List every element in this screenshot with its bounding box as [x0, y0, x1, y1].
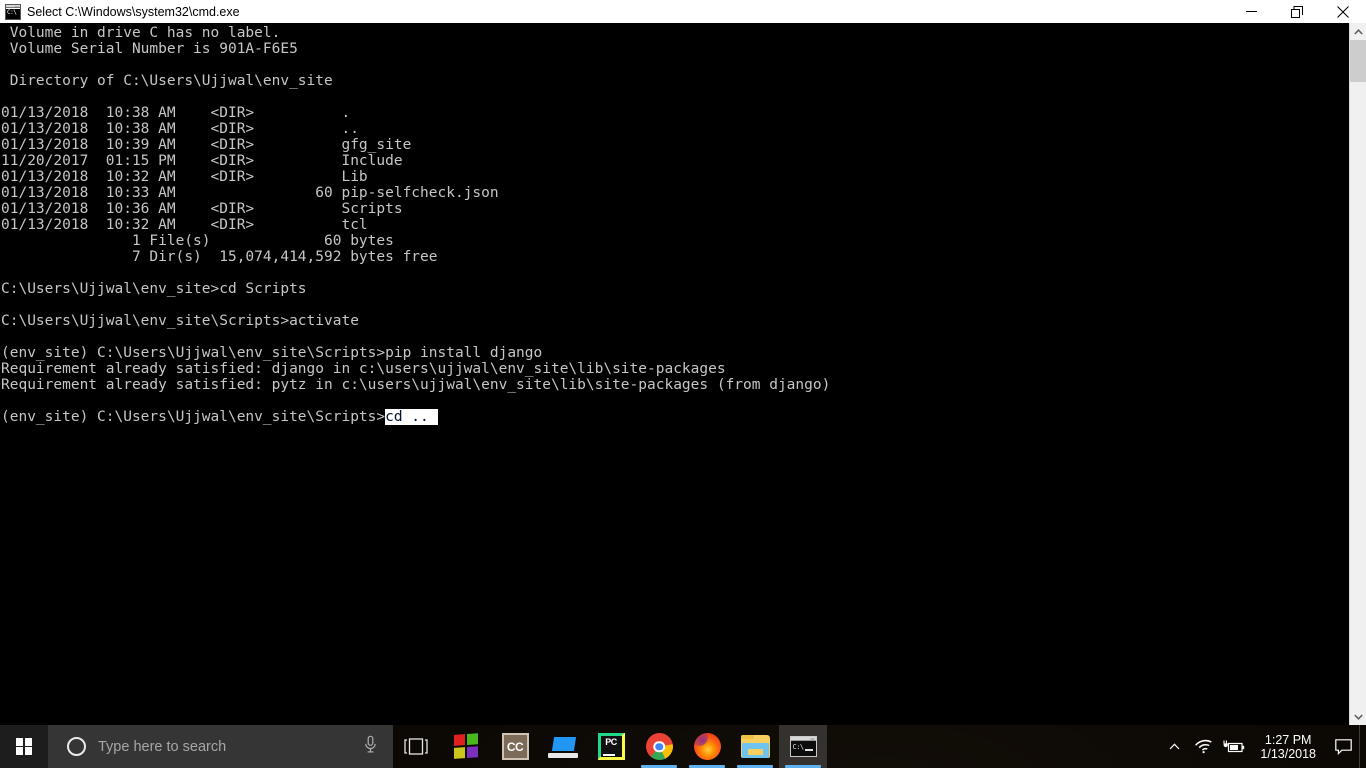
- minimize-button[interactable]: [1228, 0, 1274, 23]
- microsoft-store-icon: [454, 732, 480, 761]
- taskbar-app-buttons: CC PC ••• C:\: [443, 725, 827, 768]
- start-button[interactable]: [0, 725, 48, 768]
- window-titlebar[interactable]: ••• C:\ Select C:\Windows\system32\cmd.e…: [0, 0, 1366, 23]
- console-line: Requirement already satisfied: pytz in c…: [1, 377, 831, 393]
- taskbar-item-command-prompt[interactable]: ••• C:\: [779, 725, 827, 768]
- console-line: 01/13/2018 10:38 AM <DIR> .: [1, 105, 351, 121]
- console-line: 01/13/2018 10:36 AM <DIR> Scripts: [1, 201, 403, 217]
- cc-app-icon: CC: [501, 733, 529, 760]
- taskbar-item-file-explorer[interactable]: [731, 725, 779, 768]
- battery-button[interactable]: [1219, 725, 1249, 768]
- console-line: 01/13/2018 10:32 AM <DIR> tcl: [1, 217, 368, 233]
- console-line: 01/13/2018 10:33 AM 60 pip-selfcheck.jso…: [1, 185, 499, 201]
- restore-button[interactable]: [1274, 0, 1320, 23]
- command-prompt-window: ••• C:\ Select C:\Windows\system32\cmd.e…: [0, 0, 1366, 725]
- pycharm-icon: PC: [597, 733, 625, 760]
- file-explorer-icon: [740, 735, 770, 758]
- tray-expand-button[interactable]: [1159, 725, 1189, 768]
- action-center-button[interactable]: [1327, 725, 1359, 768]
- microphone-icon[interactable]: [364, 735, 377, 758]
- console-line: Directory of C:\Users\Ujjwal\env_site: [1, 73, 333, 89]
- search-placeholder: Type here to search: [98, 738, 227, 755]
- console-line: Requirement already satisfied: django in…: [1, 361, 726, 377]
- taskbar-item-pycharm[interactable]: PC: [587, 725, 635, 768]
- console-line: 01/13/2018 10:32 AM <DIR> Lib: [1, 169, 368, 185]
- google-chrome-icon: [645, 733, 673, 760]
- console-line: 01/13/2018 10:38 AM <DIR> ..: [1, 121, 359, 137]
- battery-charging-icon: [1223, 740, 1245, 752]
- console-line: 1 File(s) 60 bytes: [1, 233, 394, 249]
- taskbar-item-cc-app[interactable]: CC: [491, 725, 539, 768]
- clock-button[interactable]: 1:27 PM 1/13/2018: [1249, 725, 1327, 768]
- scroll-thumb[interactable]: [1350, 40, 1366, 82]
- mozilla-firefox-icon: [693, 733, 721, 760]
- wifi-button[interactable]: [1189, 725, 1219, 768]
- cortana-circle-icon: [67, 737, 86, 756]
- taskbar-item-google-chrome[interactable]: [635, 725, 683, 768]
- console-line-active: (env_site) C:\Users\Ujjwal\env_site\Scri…: [1, 409, 1349, 425]
- window-title: Select C:\Windows\system32\cmd.exe: [27, 4, 240, 19]
- console-line: C:\Users\Ujjwal\env_site>cd Scripts: [1, 281, 307, 297]
- system-tray: 1:27 PM 1/13/2018: [1159, 725, 1366, 768]
- windows-logo-icon: [15, 738, 33, 755]
- scroll-track[interactable]: [1350, 40, 1366, 708]
- chevron-up-icon: [1354, 28, 1363, 35]
- action-center-icon: [1334, 738, 1352, 755]
- window-controls: [1228, 0, 1366, 23]
- close-button[interactable]: [1320, 0, 1366, 23]
- console-scrollbar[interactable]: [1349, 23, 1366, 725]
- task-view-icon: [404, 738, 428, 755]
- close-icon: [1337, 5, 1349, 18]
- console-line: 11/20/2017 01:15 PM <DIR> Include: [1, 153, 403, 169]
- scroll-down-button[interactable]: [1350, 708, 1366, 725]
- console-line: C:\Users\Ujjwal\env_site\Scripts>activat…: [1, 313, 359, 329]
- console-prompt: (env_site) C:\Users\Ujjwal\env_site\Scri…: [1, 409, 386, 425]
- console-output[interactable]: Volume in drive C has no label. Volume S…: [0, 23, 1349, 725]
- search-input[interactable]: Type here to search: [48, 725, 393, 768]
- clock-time: 1:27 PM: [1264, 732, 1312, 747]
- console-line: Volume Serial Number is 901A-F6E5: [1, 41, 298, 57]
- show-desktop-button[interactable]: [1359, 725, 1366, 768]
- windows-taskbar: Type here to search CC PC ••• C:\ 1:27 P…: [0, 725, 1366, 768]
- clock-date: 1/13/2018: [1260, 746, 1316, 761]
- console-line: (env_site) C:\Users\Ujjwal\env_site\Scri…: [1, 345, 543, 361]
- console-line: 01/13/2018 10:39 AM <DIR> gfg_site: [1, 137, 412, 153]
- taskbar-item-microsoft-store[interactable]: [443, 725, 491, 768]
- command-prompt-icon: ••• C:\: [789, 736, 817, 757]
- console-line: Volume in drive C has no label.: [1, 25, 281, 41]
- taskbar-item-teamviewer[interactable]: [539, 725, 587, 768]
- scroll-up-button[interactable]: [1350, 23, 1366, 40]
- chevron-down-icon: [1354, 713, 1363, 720]
- restore-icon: [1291, 5, 1303, 18]
- console-selection[interactable]: cd ..: [385, 409, 438, 425]
- teamviewer-icon: [548, 736, 578, 758]
- chevron-up-icon: [1169, 743, 1180, 750]
- console-body[interactable]: Volume in drive C has no label. Volume S…: [0, 23, 1366, 725]
- console-line: 7 Dir(s) 15,074,414,592 bytes free: [1, 249, 438, 265]
- wifi-icon: [1194, 739, 1212, 754]
- cmd-window-icon: ••• C:\: [5, 3, 21, 20]
- minimize-icon: [1245, 11, 1257, 12]
- taskbar-item-mozilla-firefox[interactable]: [683, 725, 731, 768]
- task-view-button[interactable]: [393, 725, 439, 768]
